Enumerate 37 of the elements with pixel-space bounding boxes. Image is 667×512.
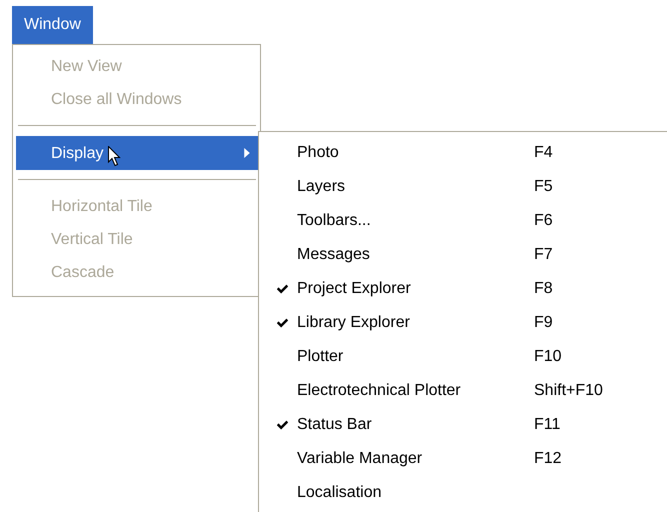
menu-item[interactable]: Library Explorer F9 <box>259 306 667 340</box>
shortcut-label: F8 <box>534 280 553 298</box>
shortcut-label: F10 <box>534 348 562 366</box>
menu-item-label: Library Explorer <box>297 314 410 332</box>
mouse-pointer-icon <box>108 146 121 167</box>
shortcut-label: F7 <box>534 246 553 264</box>
shortcut-label: F12 <box>534 450 562 468</box>
menu-item[interactable]: Project Explorer F8 <box>259 272 667 306</box>
submenu-arrow-icon <box>244 148 250 158</box>
menu-item-label: Project Explorer <box>297 280 411 298</box>
menu-item-label: Toolbars... <box>297 212 371 230</box>
shortcut-label: F9 <box>534 314 553 332</box>
menu-item[interactable]: Plotter F10 <box>259 340 667 374</box>
menu-item-label: Photo <box>297 144 339 162</box>
menu-item-label: Messages <box>297 246 370 264</box>
menu-item[interactable]: Display <box>16 136 258 170</box>
menu-item-label: Layers <box>297 178 346 196</box>
menu-item[interactable]: Variable Manager F12 <box>259 442 667 476</box>
menu-title[interactable]: Window <box>12 6 93 44</box>
shortcut-label: F11 <box>534 416 560 434</box>
menu-item[interactable]: Localisation <box>259 476 667 510</box>
menu-item-label: Status Bar <box>297 416 372 434</box>
menu-item-label: Display <box>51 144 104 164</box>
menu-item[interactable]: Layers F5 <box>259 170 667 204</box>
shortcut-label: Shift+F10 <box>534 382 603 400</box>
shortcut-label: F4 <box>534 144 553 162</box>
menu-item-label: Electrotechnical Plotter <box>297 382 461 400</box>
menu-item-label: Variable Manager <box>297 450 422 468</box>
menu-item[interactable]: Electrotechnical Plotter Shift+F10 <box>259 374 667 408</box>
shortcut-label: F5 <box>534 178 553 196</box>
menu-item[interactable]: Status Bar F11 <box>259 408 667 442</box>
menu-item[interactable]: Photo F4 <box>259 136 667 170</box>
shortcut-label: F6 <box>534 212 553 230</box>
menu-item[interactable]: Toolbars... F6 <box>259 204 667 238</box>
menu-item-label: Plotter <box>297 348 344 366</box>
menu-item[interactable]: Messages F7 <box>259 238 667 272</box>
menu-item-label: Localisation <box>297 484 382 502</box>
